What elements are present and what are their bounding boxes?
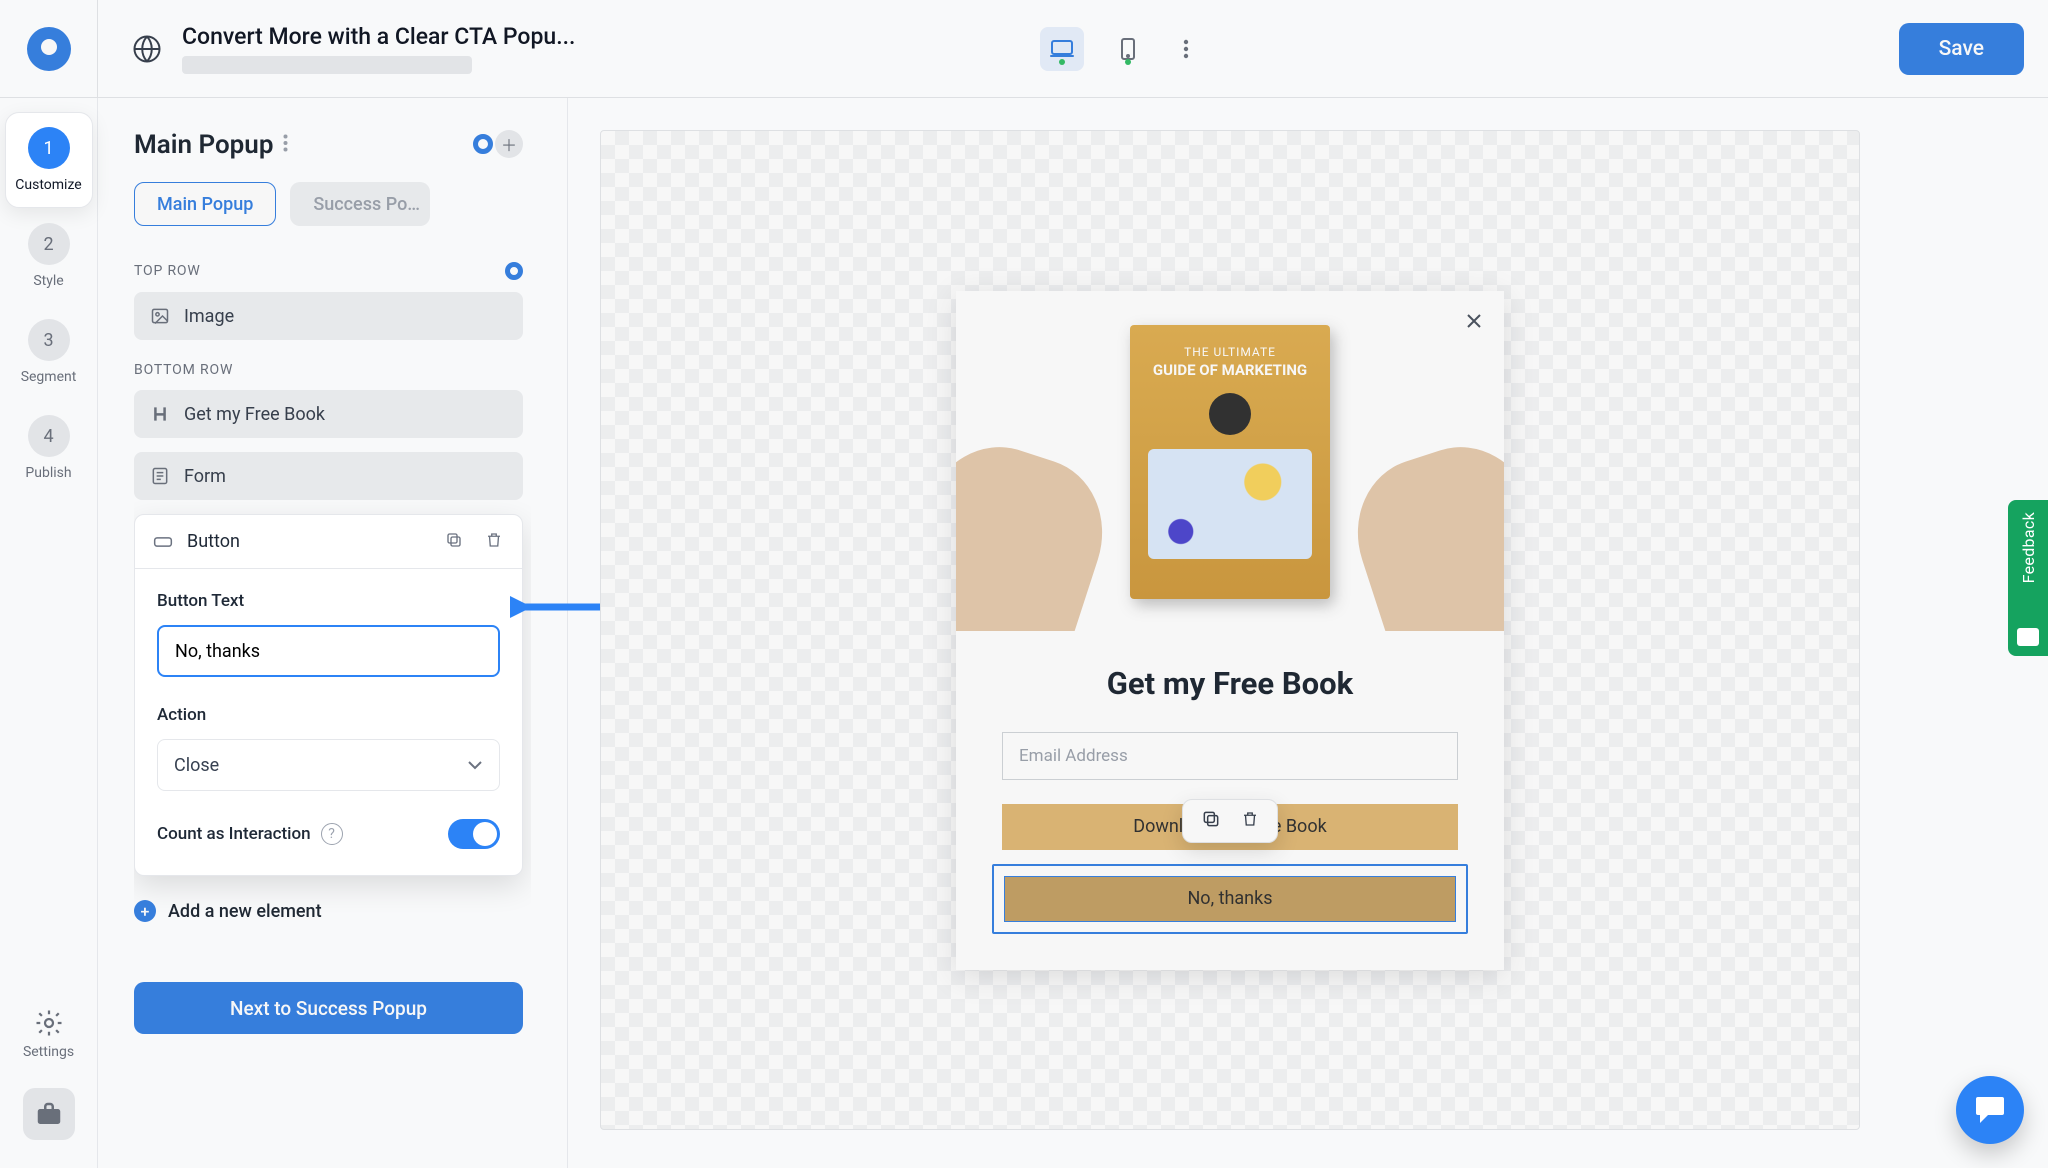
section-top-row: TOP ROW [134, 262, 523, 280]
customize-panel: Main Popup ＋ Main Popup Success Po… TOP … [98, 98, 568, 1168]
tab-main-popup[interactable]: Main Popup [134, 182, 276, 226]
image-icon [150, 306, 170, 326]
heading-icon [150, 404, 170, 424]
add-element-button[interactable]: + Add a new element [134, 900, 523, 922]
panel-menu-icon[interactable] [283, 134, 288, 156]
button-text-label: Button Text [157, 591, 500, 611]
plus-icon: + [134, 900, 156, 922]
block-button-editor: Button Button Text Action Close Count as… [134, 514, 523, 876]
step-segment[interactable]: 3 Segment [5, 304, 93, 400]
app-logo[interactable] [0, 0, 98, 98]
page-title: Convert More with a Clear CTA Popu... [182, 23, 575, 50]
step-publish[interactable]: 4 Publish [5, 400, 93, 496]
form-icon [150, 466, 170, 486]
action-label: Action [157, 705, 500, 725]
radio-dot-icon [505, 262, 523, 280]
feedback-tab[interactable]: Feedback [2008, 500, 2048, 656]
top-bar: Convert More with a Clear CTA Popu... Sa… [0, 0, 2048, 98]
help-icon[interactable]: ? [321, 823, 343, 845]
device-desktop-button[interactable] [1040, 27, 1084, 71]
page-subtitle-redacted [182, 56, 472, 74]
device-mobile-button[interactable] [1106, 27, 1150, 71]
step-rail: 1 Customize 2 Style 3 Segment 4 Publish … [0, 98, 98, 1168]
status-dot [1059, 59, 1065, 65]
briefcase-icon [34, 1099, 64, 1129]
next-button[interactable]: Next to Success Popup [134, 982, 523, 1034]
save-button[interactable]: Save [1899, 23, 2024, 75]
chat-launcher[interactable] [1956, 1076, 2024, 1144]
delete-icon[interactable] [1241, 809, 1259, 833]
selected-element-outline: No, thanks [992, 864, 1468, 934]
popup-hero-image: THE ULTIMATE GUIDE OF MARKETING [956, 291, 1504, 631]
gear-icon [34, 1008, 64, 1038]
count-interaction-toggle[interactable] [448, 819, 500, 849]
step-style[interactable]: 2 Style [5, 208, 93, 304]
status-dot [1125, 59, 1131, 65]
tab-success-popup[interactable]: Success Po… [290, 182, 430, 226]
settings-button[interactable]: Settings [23, 1008, 74, 1060]
chevron-down-icon [467, 760, 483, 770]
email-input[interactable] [1002, 732, 1458, 780]
block-button-title: Button [187, 531, 240, 552]
device-switch [1040, 27, 1200, 71]
popup-preview: THE ULTIMATE GUIDE OF MARKETING Get my F… [956, 291, 1504, 970]
section-bottom-row: BOTTOM ROW [134, 362, 523, 378]
button-icon [153, 533, 173, 551]
chat-icon [1974, 1095, 2006, 1125]
add-tab-button[interactable]: ＋ [495, 130, 523, 158]
status-radio-icon [473, 134, 493, 154]
block-image[interactable]: Image [134, 292, 523, 340]
popup-headline: Get my Free Book [1002, 665, 1458, 702]
briefcase-button[interactable] [23, 1088, 75, 1140]
preview-canvas: THE ULTIMATE GUIDE OF MARKETING Get my F… [600, 130, 1860, 1130]
duplicate-icon[interactable] [444, 531, 464, 553]
feedback-icon [2017, 628, 2039, 646]
duplicate-icon[interactable] [1201, 809, 1221, 833]
panel-title: Main Popup [134, 130, 273, 160]
block-headline[interactable]: Get my Free Book [134, 390, 523, 438]
more-menu-icon[interactable] [1172, 35, 1200, 63]
block-form[interactable]: Form [134, 452, 523, 500]
button-text-input[interactable] [157, 625, 500, 677]
globe-icon[interactable] [132, 34, 162, 64]
no-thanks-button[interactable]: No, thanks [1004, 876, 1456, 922]
action-select[interactable]: Close [157, 739, 500, 791]
delete-icon[interactable] [484, 531, 504, 553]
step-customize[interactable]: 1 Customize [5, 112, 93, 208]
element-toolbar [1182, 799, 1278, 843]
count-interaction-label: Count as Interaction [157, 824, 311, 844]
